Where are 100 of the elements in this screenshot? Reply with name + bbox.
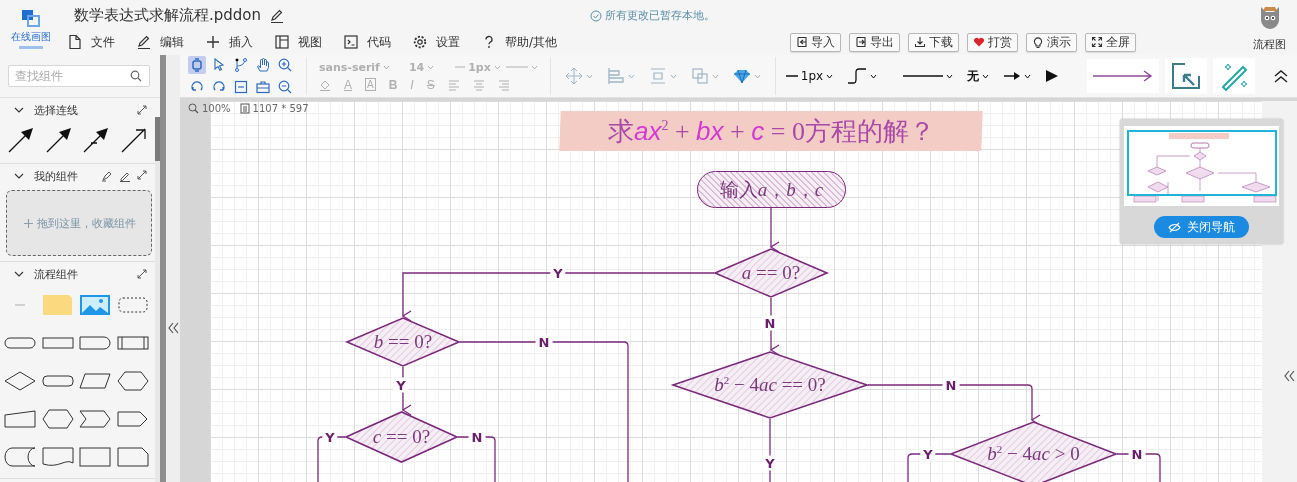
collapse-left-icon[interactable]: [167, 321, 179, 335]
menu-item[interactable]: 插入: [205, 33, 253, 51]
node-label: b$^{2}$ − 4ac == 0?: [714, 373, 826, 397]
pencil-icon[interactable]: [119, 170, 131, 182]
branch-label: N: [468, 429, 486, 445]
line-style-preview[interactable]: [1087, 59, 1159, 93]
chevron-down-icon[interactable]: [14, 269, 24, 279]
chevron-down-icon[interactable]: [14, 171, 24, 181]
branch-label: N: [535, 334, 553, 350]
header-button[interactable]: 下载: [908, 32, 959, 52]
menu-item[interactable]: 编辑: [136, 33, 184, 51]
page-size: 1107 * 597: [252, 103, 309, 114]
select-area-button[interactable]: [1165, 58, 1207, 94]
branch-label: N: [761, 315, 779, 331]
parallelogram-shape-icon[interactable]: [79, 370, 112, 392]
save-status: 所有更改已暂存本地。: [604, 8, 715, 23]
briefcase-icon: [255, 79, 271, 95]
chevron-down-icon[interactable]: [14, 105, 24, 115]
zoom-in-icon: [277, 57, 293, 73]
search-field[interactable]: 查找组件: [8, 65, 150, 87]
node-label: c == 0?: [372, 426, 431, 448]
arrowhead-icon[interactable]: [1045, 69, 1060, 83]
tool-button[interactable]: [188, 56, 206, 74]
menu-item[interactable]: 视图: [274, 33, 322, 51]
layout-icon: [274, 34, 290, 50]
caret-icon: [870, 73, 878, 79]
align-right-icon: [497, 78, 510, 91]
document-title: 数学表达式求解流程.pddon: [74, 6, 262, 25]
connector-icon: [233, 57, 249, 73]
align-center-icon: [472, 78, 485, 91]
step-curve-icon[interactable]: [847, 67, 868, 85]
branch-label: Y: [920, 446, 936, 462]
close-navigator-button[interactable]: 关闭导航: [1154, 216, 1249, 238]
node-label: a == 0?: [741, 262, 801, 284]
section-title[interactable]: 选择连线: [34, 102, 78, 118]
header-button[interactable]: 导出: [849, 32, 900, 52]
hand-icon: [255, 57, 271, 73]
page-icon: [239, 103, 250, 114]
line-icon: [785, 74, 798, 78]
line-width-select[interactable]: 1px: [800, 69, 824, 83]
mode-label: 流程图: [1253, 37, 1286, 52]
menu-item[interactable]: 代码: [343, 33, 391, 51]
menu-item[interactable]: 设置: [412, 33, 460, 51]
pentagon-arrow-icon[interactable]: [117, 408, 150, 430]
export-icon: [855, 36, 867, 48]
scrollbar-thumb[interactable]: [155, 117, 160, 161]
rename-pencil-icon[interactable]: [269, 7, 286, 24]
logo-underline: [19, 46, 43, 49]
tool-button[interactable]: [254, 56, 272, 74]
line-style-icon[interactable]: [903, 74, 944, 78]
rectangle-shape-icon[interactable]: [79, 446, 112, 468]
image-icon[interactable]: [79, 294, 112, 316]
stored-data-shape-icon[interactable]: [3, 446, 36, 468]
logo-text: 在线画图: [11, 30, 51, 44]
header-button[interactable]: 打赏: [967, 32, 1018, 52]
plus-icon: [22, 217, 34, 229]
document-shape-icon[interactable]: [41, 446, 74, 468]
header-button[interactable]: 演示: [1026, 32, 1077, 52]
gem-icon[interactable]: [732, 68, 751, 84]
hexagon-shape-icon[interactable]: [117, 370, 150, 392]
dashed-rectangle-icon[interactable]: [117, 294, 150, 316]
zoom-level: 100%: [202, 103, 231, 114]
node-label: b == 0?: [373, 331, 433, 353]
preparation-shape-icon[interactable]: [41, 408, 74, 430]
highlighter-icon[interactable]: [101, 170, 113, 182]
collapse-left-icon[interactable]: [1283, 369, 1295, 383]
expand-icon[interactable]: [137, 170, 147, 180]
tool-button[interactable]: [232, 56, 250, 74]
check-circle-icon: [589, 9, 602, 22]
caret-icon: [382, 64, 390, 70]
start-marker-select[interactable]: 无: [967, 67, 980, 85]
import-icon: [796, 36, 808, 48]
arrow-right-icon[interactable]: [1003, 70, 1022, 82]
tool-button[interactable]: [276, 56, 294, 74]
zoom-out-icon: [277, 79, 293, 95]
caret-icon: [427, 64, 435, 70]
card-shape-icon[interactable]: [117, 446, 150, 468]
plus-icon: [205, 34, 221, 50]
settings-icon: [412, 34, 428, 50]
manual-input-shape-icon[interactable]: [3, 408, 36, 430]
eye-off-icon: [1168, 221, 1181, 233]
section-title[interactable]: 流程组件: [34, 266, 78, 282]
tool-button[interactable]: [254, 78, 272, 96]
magic-wand-button[interactable]: [1213, 58, 1255, 94]
tool-button[interactable]: [276, 78, 294, 96]
header-button[interactable]: 全屏: [1085, 32, 1136, 52]
tool-button[interactable]: [232, 78, 250, 96]
collapse-up-icon[interactable]: [1273, 69, 1289, 83]
chevron-shape-icon[interactable]: [79, 408, 112, 430]
menu-item[interactable]: 文件: [67, 33, 115, 51]
section-title[interactable]: 我的组件: [34, 168, 78, 184]
branch-label: Y: [322, 429, 338, 445]
menu-item[interactable]: 帮助/其他: [481, 33, 558, 51]
branch-label: N: [942, 377, 960, 393]
line-icon: [455, 65, 466, 69]
header-button[interactable]: 导入: [790, 32, 841, 52]
diagram-title: 求ax$^{2}$ + bx + c = 0方程的解？: [607, 114, 935, 148]
expand-icon[interactable]: [137, 269, 147, 279]
diamond-shape-icon[interactable]: [3, 370, 36, 392]
expand-icon[interactable]: [137, 105, 147, 115]
